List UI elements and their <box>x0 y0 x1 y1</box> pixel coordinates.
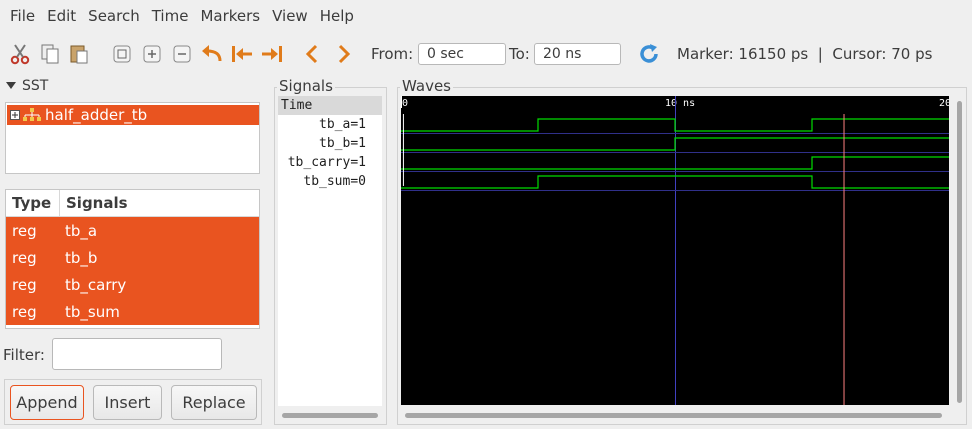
paste-icon[interactable] <box>67 36 91 72</box>
signal-name: tb_sum <box>65 302 120 321</box>
table-header: Type Signals <box>6 190 259 217</box>
copy-icon[interactable] <box>38 36 62 72</box>
tree-item-label: half_adder_tb <box>45 106 148 124</box>
zoom-to-start-icon[interactable] <box>229 36 255 72</box>
signal-type: reg <box>12 275 37 294</box>
signal-type: reg <box>12 302 37 321</box>
reload-icon[interactable] <box>636 36 662 72</box>
signal-value-row[interactable]: tb_a=1 <box>278 115 382 134</box>
waveform-tb_a <box>401 118 949 132</box>
menu-file[interactable]: File <box>4 0 41 32</box>
action-button-bar: Append Insert Replace <box>4 379 262 425</box>
replace-button[interactable]: Replace <box>171 385 257 420</box>
tree-item-half-adder-tb[interactable]: half_adder_tb <box>7 105 259 125</box>
toolbar: From: To: Marker: 16150 ps | Cursor: 70 … <box>0 36 972 72</box>
menu-help[interactable]: Help <box>314 0 360 32</box>
type-column-header[interactable]: Type <box>6 190 60 216</box>
waveform-canvas[interactable]: 0 10 ns 20 <box>401 96 951 405</box>
menu-markers[interactable]: Markers <box>194 0 266 32</box>
filter-input[interactable] <box>52 338 222 370</box>
sst-tree: half_adder_tb <box>5 102 260 174</box>
filter-label: Filter: <box>3 346 45 364</box>
signal-value-row[interactable]: tb_carry=1 <box>278 153 382 172</box>
signals-column-header[interactable]: Signals <box>60 194 128 212</box>
ruler-label: 0 <box>402 98 408 109</box>
waves-horizontal-scrollbar[interactable] <box>405 413 942 418</box>
table-row[interactable]: reg tb_a <box>6 217 259 244</box>
append-button[interactable]: Append <box>10 385 84 420</box>
sst-header[interactable]: SST <box>6 78 48 94</box>
menu-time[interactable]: Time <box>146 0 195 32</box>
time-row[interactable]: Time <box>278 96 382 115</box>
zoom-in-icon[interactable] <box>140 36 164 72</box>
sst-title: SST <box>22 78 49 94</box>
signal-name: tb_a <box>65 221 98 240</box>
zoom-to-end-icon[interactable] <box>259 36 285 72</box>
signal-type: reg <box>12 248 37 267</box>
waves-vertical-scrollbar[interactable] <box>957 101 962 403</box>
from-time-input[interactable] <box>418 43 506 65</box>
to-label: To: <box>509 45 530 63</box>
signal-type: reg <box>12 221 37 240</box>
zoom-fit-icon[interactable] <box>110 36 134 72</box>
marker-cursor-status: Marker: 16150 ps | Cursor: 70 ps <box>677 45 933 63</box>
menu-search[interactable]: Search <box>82 0 146 32</box>
signals-list: Time tb_a=1 tb_b=1 tb_carry=1 tb_sum=0 <box>278 96 382 406</box>
signals-horizontal-scrollbar[interactable] <box>282 413 378 418</box>
signal-value-row[interactable]: tb_sum=0 <box>278 172 382 191</box>
menu-view[interactable]: View <box>266 0 314 32</box>
signal-type-table: Type Signals reg tb_a reg tb_b reg tb_ca… <box>5 189 260 329</box>
signal-value-row[interactable]: tb_b=1 <box>278 134 382 153</box>
menu-edit[interactable]: Edit <box>41 0 82 32</box>
next-edge-icon[interactable] <box>334 36 354 72</box>
signal-name: tb_carry <box>65 275 127 294</box>
cut-icon[interactable] <box>8 36 32 72</box>
table-row[interactable]: reg tb_sum <box>6 298 259 325</box>
table-row[interactable]: reg tb_carry <box>6 271 259 298</box>
table-row[interactable]: reg tb_b <box>6 244 259 271</box>
to-time-input[interactable] <box>534 43 621 65</box>
zoom-out-icon[interactable] <box>170 36 194 72</box>
waveform-tb_b <box>401 137 949 151</box>
ruler-label: 20 <box>939 98 949 109</box>
from-label: From: <box>371 45 414 63</box>
signal-name: tb_b <box>65 248 98 267</box>
signals-pane-title: Signals <box>277 77 335 95</box>
insert-button[interactable]: Insert <box>93 385 162 420</box>
collapse-triangle-icon[interactable] <box>6 82 16 90</box>
waves-pane-title: Waves <box>400 77 453 95</box>
menu-bar: File Edit Search Time Markers View Help <box>0 0 972 32</box>
module-hierarchy-icon <box>23 108 41 121</box>
expand-box-icon[interactable] <box>10 110 20 120</box>
ruler-label: 10 ns <box>665 98 695 109</box>
previous-edge-icon[interactable] <box>302 36 322 72</box>
marker-lines <box>402 114 845 405</box>
waveform-viewer[interactable]: 0 10 ns 20 <box>401 96 951 405</box>
undo-zoom-icon[interactable] <box>199 36 225 72</box>
